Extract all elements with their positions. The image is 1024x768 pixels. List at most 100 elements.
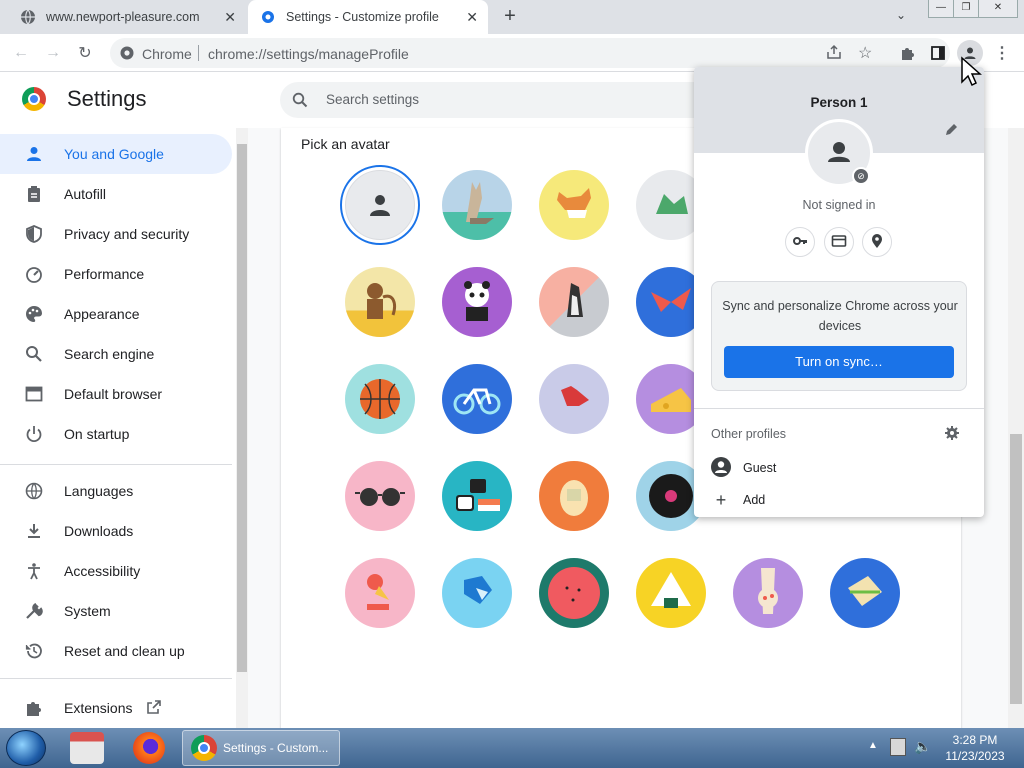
close-window-button[interactable]: ✕ bbox=[978, 0, 1018, 18]
passwords-button[interactable] bbox=[785, 227, 815, 257]
payment-methods-button[interactable] bbox=[824, 227, 854, 257]
mouse-cursor-icon bbox=[960, 56, 982, 91]
sidebar-item-performance[interactable]: Performance bbox=[0, 254, 232, 294]
sidebar-item-label: On startup bbox=[64, 426, 130, 442]
sidebar-item-label: Appearance bbox=[64, 306, 140, 322]
chrome-icon bbox=[191, 735, 217, 761]
maximize-button[interactable]: ❐ bbox=[953, 0, 979, 18]
sidebar-item-label: Default browser bbox=[64, 386, 163, 402]
avatar-option-sushi[interactable] bbox=[442, 461, 512, 531]
add-profile-row[interactable]: + Add bbox=[711, 489, 967, 511]
side-panel-icon[interactable] bbox=[927, 42, 949, 64]
avatar-option-watermelon[interactable] bbox=[539, 558, 609, 628]
avatar-option-panda[interactable] bbox=[442, 267, 512, 337]
sidebar-item-on-startup[interactable]: On startup bbox=[0, 414, 232, 454]
sidebar-item-search-engine[interactable]: Search engine bbox=[0, 334, 232, 374]
sidebar-item-privacy[interactable]: Privacy and security bbox=[0, 214, 232, 254]
other-profiles-heading: Other profiles bbox=[711, 427, 787, 441]
avatar-option-sandwich[interactable] bbox=[830, 558, 900, 628]
store-taskbar-icon[interactable] bbox=[70, 732, 104, 764]
extensions-puzzle-icon[interactable] bbox=[896, 42, 918, 64]
back-icon[interactable]: ← bbox=[10, 42, 32, 64]
clock[interactable]: 3:28 PM 11/23/2023 bbox=[940, 732, 1010, 764]
omnibox-separator bbox=[198, 45, 199, 61]
chrome-logo-icon bbox=[22, 87, 46, 111]
avatar-option-origami[interactable] bbox=[442, 558, 512, 628]
avatar-option-penguin[interactable] bbox=[539, 267, 609, 337]
puzzle-icon bbox=[24, 698, 44, 718]
search-input[interactable]: Search settings bbox=[280, 82, 740, 118]
open-in-new-icon bbox=[146, 699, 162, 718]
guest-profile-row[interactable]: Guest bbox=[711, 456, 967, 479]
person-icon bbox=[24, 144, 44, 164]
taskbar-button-label: Settings - Custom... bbox=[223, 741, 329, 755]
tab-newport[interactable]: www.newport-pleasure.com ✕ bbox=[8, 0, 246, 34]
speedometer-icon bbox=[24, 264, 44, 284]
avatar-option-bird[interactable] bbox=[539, 364, 609, 434]
minimize-button[interactable]: — bbox=[928, 0, 954, 18]
menu-kebab-icon[interactable]: ⋮ bbox=[991, 42, 1013, 64]
avatar-option-monkey[interactable] bbox=[345, 267, 415, 337]
gear-icon bbox=[260, 9, 276, 25]
pick-avatar-label: Pick an avatar bbox=[301, 136, 390, 152]
sidebar-item-label: Reset and clean up bbox=[64, 643, 185, 659]
palette-icon bbox=[24, 304, 44, 324]
network-icon[interactable] bbox=[890, 738, 906, 756]
firefox-taskbar-icon[interactable] bbox=[133, 732, 165, 764]
chrome-icon bbox=[120, 46, 134, 63]
sidebar-item-label: Downloads bbox=[64, 523, 134, 539]
sidebar-item-languages[interactable]: Languages bbox=[0, 471, 232, 511]
reload-icon[interactable]: ↻ bbox=[74, 42, 96, 64]
avatar-option-sunglasses[interactable] bbox=[345, 461, 415, 531]
sidebar-item-default-browser[interactable]: Default browser bbox=[0, 374, 232, 414]
omnibox-url[interactable]: chrome://settings/manageProfile bbox=[208, 46, 409, 62]
sidebar-scrollbar-thumb[interactable] bbox=[237, 144, 247, 672]
avatar-option-bicycle[interactable] bbox=[442, 364, 512, 434]
sidebar-item-downloads[interactable]: Downloads bbox=[0, 511, 232, 551]
show-hidden-icons-icon[interactable]: ▲ bbox=[868, 740, 878, 751]
search-placeholder: Search settings bbox=[326, 92, 420, 107]
close-tab-icon[interactable]: ✕ bbox=[224, 9, 236, 26]
forward-icon[interactable]: → bbox=[42, 42, 64, 64]
popup-divider bbox=[694, 408, 984, 409]
sidebar-item-accessibility[interactable]: Accessibility bbox=[0, 551, 232, 591]
avatar-option-onigiri[interactable] bbox=[636, 558, 706, 628]
sidebar-item-reset[interactable]: Reset and clean up bbox=[0, 631, 232, 671]
search-icon bbox=[292, 92, 308, 111]
addresses-button[interactable] bbox=[862, 227, 892, 257]
tab-settings[interactable]: Settings - Customize profile ✕ bbox=[248, 0, 488, 34]
sidebar-item-label: Extensions bbox=[64, 700, 133, 716]
sync-promo-box: Sync and personalize Chrome across your … bbox=[711, 281, 967, 391]
tab-search-dropdown-icon[interactable]: ⌄ bbox=[896, 8, 906, 22]
main-scrollbar-thumb[interactable] bbox=[1010, 434, 1022, 704]
share-icon[interactable] bbox=[826, 44, 842, 63]
avatar-option-default[interactable] bbox=[340, 165, 420, 245]
manage-profiles-gear-icon[interactable] bbox=[944, 425, 960, 444]
avatar-option-corgi[interactable] bbox=[539, 170, 609, 240]
sidebar-item-extensions[interactable]: Extensions bbox=[0, 688, 232, 728]
avatar-option-pizza[interactable] bbox=[733, 558, 803, 628]
avatar-option-tamagotchi[interactable] bbox=[539, 461, 609, 531]
edit-pencil-icon[interactable] bbox=[944, 123, 958, 140]
shield-icon bbox=[24, 224, 44, 244]
new-tab-button[interactable]: + bbox=[498, 4, 522, 28]
start-button[interactable] bbox=[6, 730, 46, 766]
avatar-option-basketball[interactable] bbox=[345, 364, 415, 434]
avatar-option-cat[interactable] bbox=[442, 170, 512, 240]
close-tab-icon[interactable]: ✕ bbox=[466, 9, 478, 26]
person-icon bbox=[345, 170, 415, 240]
sidebar-item-you-and-google[interactable]: You and Google bbox=[0, 134, 232, 174]
turn-on-sync-button[interactable]: Turn on sync… bbox=[724, 346, 954, 378]
avatar-option-ice-cream[interactable] bbox=[345, 558, 415, 628]
omnibox-site-label: Chrome bbox=[142, 46, 192, 62]
bookmark-star-icon[interactable]: ☆ bbox=[858, 43, 872, 63]
sidebar-item-autofill[interactable]: Autofill bbox=[0, 174, 232, 214]
sidebar-item-label: Accessibility bbox=[64, 563, 141, 579]
sidebar-item-appearance[interactable]: Appearance bbox=[0, 294, 232, 334]
chrome-taskbar-button[interactable]: Settings - Custom... bbox=[182, 730, 340, 766]
sidebar-item-system[interactable]: System bbox=[0, 591, 232, 631]
sidebar: You and Google Autofill Privacy and secu… bbox=[0, 128, 248, 728]
location-pin-icon bbox=[869, 233, 885, 252]
volume-muted-icon[interactable]: 🔈 bbox=[914, 738, 931, 755]
omnibox[interactable]: Chrome chrome://settings/manageProfile ☆ bbox=[110, 38, 950, 68]
